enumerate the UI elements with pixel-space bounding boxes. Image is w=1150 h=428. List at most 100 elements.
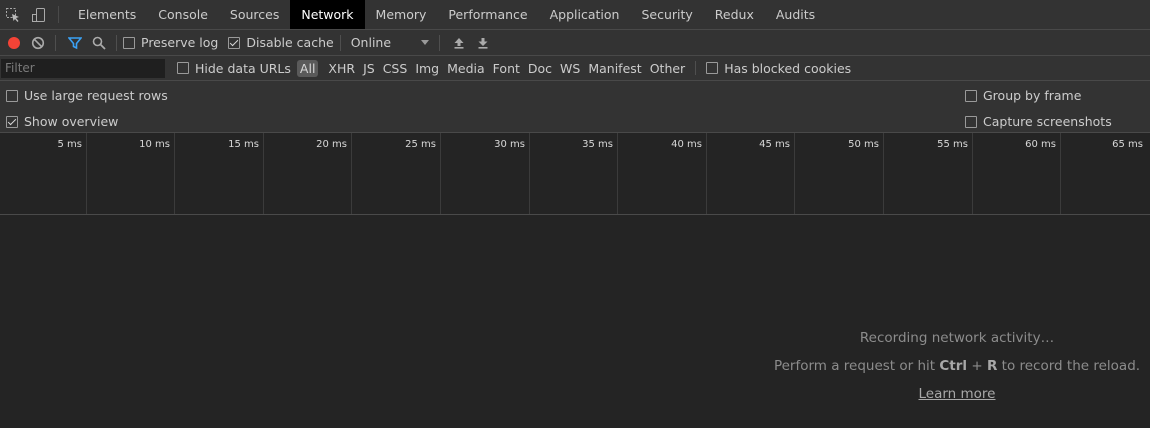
timeline-tick-label: 10 ms [139, 139, 170, 150]
r-key: R [986, 358, 998, 374]
timeline-tick-label: 5 ms [57, 139, 83, 150]
timeline-gridline [617, 133, 618, 214]
filter-type-all[interactable]: All [296, 59, 319, 77]
group-by-frame-box[interactable] [965, 89, 977, 102]
tab-application[interactable]: Application [539, 0, 631, 29]
inspect-element-icon[interactable] [0, 0, 26, 29]
network-toolbar: Preserve log Disable cache Online [0, 30, 1150, 56]
chevron-down-icon [420, 40, 429, 45]
timeline-gridline [263, 133, 264, 214]
network-overview-timeline[interactable]: 5 ms 10 ms 15 ms 20 ms 25 ms 30 ms 35 ms 40 ms 4… [0, 133, 1150, 215]
timeline-gridline [972, 133, 973, 214]
timeline-gridline [794, 133, 795, 214]
preserve-log-checkbox[interactable]: Preserve log [123, 35, 218, 50]
filter-type-other[interactable]: Other [646, 61, 690, 76]
hide-data-urls-label: Hide data URLs [195, 60, 291, 76]
filter-input[interactable] [1, 58, 165, 78]
filter-bar: Hide data URLs All XHRJSCSSImgMediaFontDo… [0, 56, 1150, 81]
record-icon [8, 36, 20, 49]
timeline-tick-label: 30 ms [494, 139, 525, 150]
filter-type-img[interactable]: Img [411, 61, 443, 76]
tab-separator [58, 6, 59, 23]
large-rows-box[interactable] [6, 89, 18, 102]
empty-state: Recording network activity… Perform a re… [0, 216, 1150, 428]
clear-icon [31, 36, 45, 49]
filter-type-ws[interactable]: WS [556, 61, 584, 76]
devtools-tab-bar: Elements Console Sources Network Memory Perfo… [0, 0, 1150, 30]
timeline-gridline [1060, 133, 1061, 214]
upload-icon [454, 37, 464, 49]
tab-network[interactable]: Network [290, 0, 365, 29]
clear-button[interactable] [27, 32, 49, 54]
hide-data-urls-checkbox[interactable]: Hide data URLs [177, 61, 291, 76]
preserve-log-box[interactable] [123, 36, 135, 49]
has-blocked-cookies-label: Has blocked cookies [724, 60, 852, 76]
toolbar-separator [339, 34, 341, 51]
toolbar-separator [55, 34, 56, 51]
timeline-gridline [351, 133, 352, 214]
tab-redux[interactable]: Redux [704, 0, 765, 29]
large-rows-checkbox[interactable]: Use large request rows [6, 88, 168, 103]
record-button[interactable] [3, 32, 25, 54]
tab-security[interactable]: Security [630, 0, 703, 29]
capture-screenshots-label: Capture screenshots [983, 114, 1112, 129]
filter-type-css[interactable]: CSS [379, 61, 412, 76]
preserve-log-label: Preserve log [141, 35, 219, 50]
ctrl-key: Ctrl [939, 358, 968, 374]
toolbar-separator [116, 34, 117, 51]
has-blocked-cookies-checkbox[interactable]: Has blocked cookies [706, 61, 851, 76]
timeline-tick-label: 60 ms [1025, 139, 1056, 150]
group-by-frame-label: Group by frame [983, 88, 1082, 103]
timeline-tick-label: 20 ms [316, 139, 347, 150]
timeline-tick-label: 50 ms [848, 139, 879, 150]
throttling-select[interactable]: Online [351, 35, 429, 50]
timeline-gridline [706, 133, 707, 214]
timeline-tick-label: 35 ms [582, 139, 613, 150]
tab-performance[interactable]: Performance [437, 0, 538, 29]
timeline-gridline [86, 133, 87, 214]
export-har-button[interactable] [472, 32, 494, 54]
show-overview-box[interactable] [6, 115, 18, 128]
tab-elements[interactable]: Elements [67, 0, 147, 29]
group-by-frame-checkbox[interactable]: Group by frame [965, 88, 1081, 103]
disable-cache-box[interactable] [228, 36, 241, 49]
filter-toggle-button[interactable] [64, 32, 86, 54]
filter-type-js[interactable]: JS [359, 61, 379, 76]
filter-icon [68, 36, 82, 49]
timeline-tick-label: 15 ms [228, 139, 259, 150]
capture-screenshots-box[interactable] [965, 115, 977, 128]
timeline-gridline [440, 133, 441, 214]
search-icon [92, 36, 106, 50]
tab-sources[interactable]: Sources [219, 0, 290, 29]
filter-type-media[interactable]: Media [443, 61, 489, 76]
recording-message: Recording network activity… [859, 330, 1055, 346]
device-toolbar-icon[interactable] [26, 0, 52, 29]
filter-type-doc[interactable]: Doc [524, 61, 556, 76]
tab-memory[interactable]: Memory [365, 0, 438, 29]
hide-data-urls-box[interactable] [177, 62, 189, 74]
timeline-tick-label: 65 ms [1112, 139, 1143, 150]
learn-more-link[interactable]: Learn more [770, 386, 1144, 402]
download-icon [478, 37, 488, 49]
tab-console[interactable]: Console [147, 0, 219, 29]
import-har-button[interactable] [448, 32, 470, 54]
disable-cache-label: Disable cache [246, 35, 334, 50]
throttling-value: Online [350, 35, 392, 50]
network-settings-pane: Use large request rows Show overview Gro… [0, 81, 1150, 133]
filter-type-xhr[interactable]: XHR [324, 61, 359, 76]
show-overview-checkbox[interactable]: Show overview [6, 114, 118, 129]
large-rows-label: Use large request rows [24, 88, 168, 103]
plus-sign: + [967, 358, 987, 374]
timeline-tick-label: 45 ms [759, 139, 790, 150]
timeline-tick-label: 25 ms [405, 139, 436, 150]
filter-type-manifest[interactable]: Manifest [584, 61, 645, 76]
search-button[interactable] [88, 32, 110, 54]
has-blocked-cookies-box[interactable] [706, 62, 719, 74]
timeline-gridline [883, 133, 884, 214]
filter-type-font[interactable]: Font [489, 61, 524, 76]
tab-audits[interactable]: Audits [765, 0, 826, 29]
capture-screenshots-checkbox[interactable]: Capture screenshots [965, 114, 1112, 129]
reload-hint-prefix: Perform a request or hit [773, 358, 940, 374]
disable-cache-checkbox[interactable]: Disable cache [228, 35, 334, 50]
timeline-tick-label: 40 ms [671, 139, 702, 150]
